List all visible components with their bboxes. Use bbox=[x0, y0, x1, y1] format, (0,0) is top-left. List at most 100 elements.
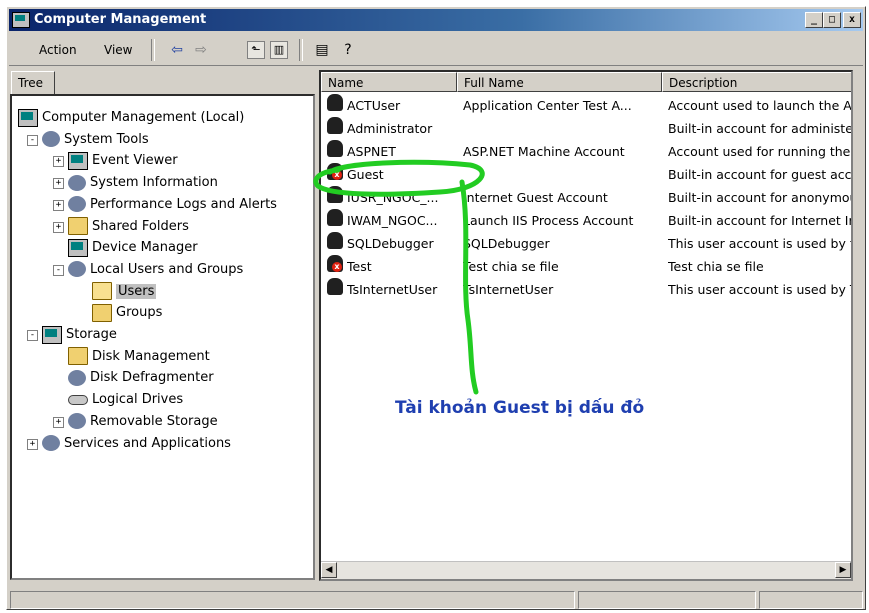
defragmenter-icon bbox=[68, 369, 86, 386]
tree-item[interactable]: Device Manager bbox=[68, 238, 198, 258]
tree-item[interactable]: Performance Logs and Alerts bbox=[68, 195, 277, 215]
users-groups-icon bbox=[68, 261, 86, 278]
scroll-right-icon[interactable]: ▶ bbox=[835, 562, 851, 578]
user-icon bbox=[327, 140, 343, 157]
cell-description: Built-in account for anonymou bbox=[668, 190, 853, 205]
cell-name: Administrator bbox=[347, 121, 433, 136]
forward-icon[interactable]: ⇨ bbox=[192, 41, 210, 59]
column-header-full-name[interactable]: Full Name bbox=[457, 72, 662, 92]
tree-item-label: Event Viewer bbox=[92, 153, 178, 169]
tree-item-label: Groups bbox=[116, 305, 163, 321]
computer-management-icon bbox=[12, 12, 30, 28]
column-header-name[interactable]: Name bbox=[321, 72, 457, 92]
storage-icon bbox=[42, 325, 62, 344]
tree-item[interactable]: Computer Management (Local) bbox=[18, 108, 244, 128]
user-icon bbox=[327, 117, 343, 134]
list-item[interactable]: Guest Built-in account for guest acco bbox=[321, 163, 851, 186]
list-item[interactable]: IUSR_NGOC_... Internet Guest Account Built… bbox=[321, 186, 853, 209]
tree-item[interactable]: Storage bbox=[42, 325, 117, 345]
expand-icon[interactable]: + bbox=[53, 221, 64, 233]
disabled-user-icon bbox=[327, 255, 343, 272]
cell-description: Account used to launch the Ap bbox=[668, 98, 853, 113]
cell-description: Built-in account for Internet Ir bbox=[668, 213, 853, 228]
collapse-icon[interactable]: - bbox=[53, 264, 64, 276]
scroll-left-icon[interactable]: ◀ bbox=[321, 562, 337, 578]
cell-full-name: ASP.NET Machine Account bbox=[463, 144, 625, 159]
maximize-button[interactable]: □ bbox=[823, 12, 841, 28]
list-item[interactable]: TsInternetUser TsInternetUser This user ac… bbox=[321, 278, 853, 301]
list-item[interactable]: Test Test chia se file Test chia se file bbox=[321, 255, 851, 278]
cell-name: IUSR_NGOC_... bbox=[347, 190, 439, 205]
tree-item-label: Services and Applications bbox=[64, 435, 231, 451]
status-cell bbox=[10, 591, 575, 609]
performance-icon bbox=[68, 196, 86, 213]
tree-item[interactable]: Disk Management bbox=[68, 347, 210, 367]
back-icon[interactable]: ⇦ bbox=[168, 41, 186, 59]
user-icon bbox=[327, 232, 343, 249]
tree-item[interactable]: Shared Folders bbox=[68, 217, 189, 237]
collapse-icon[interactable]: - bbox=[27, 134, 38, 146]
expand-icon[interactable]: + bbox=[53, 416, 64, 428]
tree-item-label: Performance Logs and Alerts bbox=[90, 196, 277, 212]
tree-item-label: System Information bbox=[90, 175, 218, 191]
list-item[interactable]: ACTUser Application Center Test A... Accou… bbox=[321, 94, 853, 117]
column-header-description[interactable]: Description bbox=[662, 72, 851, 92]
window-title: Computer Management bbox=[34, 12, 207, 27]
user-icon bbox=[327, 278, 343, 295]
list-item[interactable]: ASPNET ASP.NET Machine Account Account use… bbox=[321, 140, 853, 163]
minimize-button[interactable]: _ bbox=[805, 12, 823, 28]
tree-item[interactable]: Services and Applications bbox=[42, 434, 231, 454]
tree-item-label: Disk Management bbox=[92, 348, 210, 364]
cell-description: This user account is used by T bbox=[668, 282, 853, 297]
menu-action[interactable]: Action bbox=[39, 43, 77, 57]
horizontal-scrollbar[interactable]: ◀ ▶ bbox=[321, 561, 851, 579]
tree-item[interactable]: Event Viewer bbox=[68, 151, 178, 171]
tree-pane[interactable]: Computer Management (Local) - System Tools… bbox=[10, 94, 315, 580]
toolbar-separator bbox=[299, 39, 303, 61]
export-list-icon[interactable]: ▤ bbox=[313, 41, 331, 59]
list-item[interactable]: Administrator Built-in account for admini… bbox=[321, 117, 853, 140]
cell-name: TsInternetUser bbox=[347, 282, 438, 297]
tree-item[interactable]: Local Users and Groups bbox=[68, 260, 243, 280]
tree-item[interactable]: System Information bbox=[68, 173, 218, 193]
users-list-pane[interactable]: Name Full Name Description ACTUser Applic… bbox=[319, 70, 853, 581]
collapse-icon[interactable]: - bbox=[27, 330, 38, 341]
tree-item-label: Disk Defragmenter bbox=[90, 370, 214, 386]
tab-tree[interactable]: Tree bbox=[11, 71, 55, 95]
cell-description: Built-in account for administer bbox=[668, 121, 853, 136]
tree-item[interactable]: Users bbox=[92, 282, 157, 302]
tree-item[interactable]: Groups bbox=[92, 303, 162, 323]
tree-item[interactable]: Removable Storage bbox=[68, 412, 218, 432]
help-icon[interactable]: ? bbox=[339, 41, 357, 59]
disk-management-icon bbox=[68, 347, 88, 366]
cell-full-name: Launch IIS Process Account bbox=[463, 213, 634, 228]
expand-icon[interactable]: + bbox=[27, 438, 38, 450]
tree-item[interactable]: Logical Drives bbox=[68, 390, 183, 410]
cell-name: SQLDebugger bbox=[347, 236, 434, 251]
expand-icon[interactable]: + bbox=[53, 156, 64, 168]
tree-item[interactable]: Disk Defragmenter bbox=[68, 368, 214, 388]
cell-description: Account used for running the A bbox=[668, 144, 853, 159]
user-icon bbox=[327, 186, 343, 203]
tree-item-label: Shared Folders bbox=[92, 218, 189, 234]
show-hide-tree-icon[interactable]: ▥ bbox=[270, 41, 288, 59]
cell-description: This user account is used by tl bbox=[668, 236, 853, 251]
tree-item-label: Logical Drives bbox=[92, 392, 184, 408]
list-item[interactable]: SQLDebugger SQLDebugger This user account … bbox=[321, 232, 853, 255]
device-manager-icon bbox=[68, 238, 88, 257]
menu-view[interactable]: View bbox=[104, 43, 132, 57]
close-button[interactable]: x bbox=[843, 12, 861, 28]
tree-item-label: Users bbox=[116, 283, 157, 299]
cell-full-name: TsInternetUser bbox=[463, 282, 554, 297]
list-item[interactable]: IWAM_NGOC... Launch IIS Process Account Bu… bbox=[321, 209, 853, 232]
user-icon bbox=[327, 209, 343, 226]
cell-name: Test bbox=[347, 259, 372, 274]
status-cell bbox=[759, 591, 863, 609]
title-bar[interactable]: Computer Management _ □ x bbox=[9, 9, 863, 31]
cell-name: Guest bbox=[347, 167, 384, 182]
expand-icon[interactable]: + bbox=[53, 178, 64, 190]
toolbar-separator bbox=[151, 39, 155, 61]
up-folder-icon[interactable]: ⬑ bbox=[247, 41, 265, 59]
expand-icon[interactable]: + bbox=[53, 199, 64, 211]
tree-item[interactable]: System Tools bbox=[42, 130, 149, 150]
